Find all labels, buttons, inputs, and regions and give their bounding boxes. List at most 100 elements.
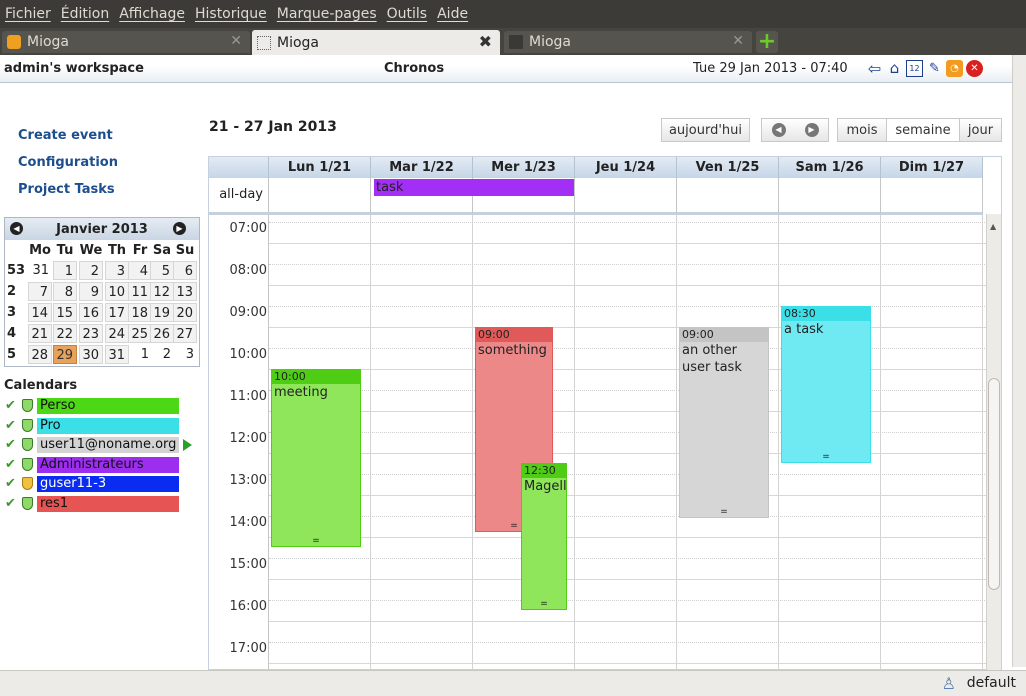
mini-calendar-day[interactable]: 21 xyxy=(28,324,52,343)
visible-check-icon[interactable]: ✔ xyxy=(5,457,16,472)
menu-marque-pages[interactable]: Marque-pages xyxy=(272,6,382,22)
mini-calendar-day[interactable]: 6 xyxy=(173,261,197,280)
visible-check-icon[interactable]: ✔ xyxy=(5,418,16,433)
browser-tab-1[interactable]: Mioga ✕ xyxy=(2,31,250,53)
configuration-link[interactable]: Configuration xyxy=(18,155,118,170)
resize-handle-icon[interactable]: = xyxy=(522,599,566,609)
mini-calendar-day[interactable]: 5 xyxy=(150,261,174,280)
mini-calendar-day[interactable]: 25 xyxy=(128,324,152,343)
mini-calendar-day[interactable]: 1 xyxy=(53,261,77,280)
mini-calendar-day[interactable]: 23 xyxy=(79,324,103,343)
calendar-event[interactable]: 12:30 Magell = xyxy=(521,463,567,611)
mini-calendar-day[interactable]: 15 xyxy=(53,303,77,322)
expand-arrow-icon[interactable] xyxy=(183,439,192,452)
scroll-up-icon[interactable]: ▲ xyxy=(990,222,996,231)
new-tab-icon[interactable]: + xyxy=(756,31,778,53)
browser-tab-2[interactable]: Mioga ✖ xyxy=(252,30,500,55)
home-icon[interactable]: ⌂ xyxy=(886,60,903,77)
calendar-label[interactable]: Perso xyxy=(37,398,179,414)
mini-calendar-day[interactable]: 3 xyxy=(105,261,129,280)
mini-calendar-day[interactable]: 7 xyxy=(28,282,52,301)
back-icon[interactable]: ⇦ xyxy=(866,60,883,77)
today-button[interactable]: aujourd'hui xyxy=(661,118,750,142)
calendar-label[interactable]: Administrateurs xyxy=(37,456,179,473)
mini-calendar-day[interactable]: 10 xyxy=(105,282,129,301)
close-tab-icon[interactable]: ✕ xyxy=(230,33,242,49)
mini-calendar-day[interactable]: 27 xyxy=(173,324,197,343)
mini-calendar-day[interactable]: 2 xyxy=(150,345,174,364)
view-month-button[interactable]: mois xyxy=(837,118,887,142)
visible-check-icon[interactable]: ✔ xyxy=(5,398,16,413)
calendar-icon[interactable]: 12 xyxy=(906,60,923,77)
mini-calendar-day[interactable]: 2 xyxy=(79,261,103,280)
mini-calendar-day[interactable]: 17 xyxy=(105,303,129,322)
visible-check-icon[interactable]: ✔ xyxy=(5,476,16,491)
day-header[interactable]: Mer 1/23 xyxy=(473,157,575,178)
next-month-icon[interactable]: ▶ xyxy=(173,222,186,235)
day-header[interactable]: Sam 1/26 xyxy=(779,157,881,178)
allday-cell[interactable] xyxy=(677,178,779,215)
day-header[interactable]: Mar 1/22 xyxy=(371,157,473,178)
mini-calendar-day[interactable]: 3 xyxy=(173,345,197,364)
day-header[interactable]: Dim 1/27 xyxy=(881,157,983,178)
mini-calendar-day[interactable]: 28 xyxy=(28,345,52,364)
menu-edition[interactable]: Édition xyxy=(56,6,114,22)
resize-handle-icon[interactable]: = xyxy=(680,507,768,517)
page-scrollbar[interactable] xyxy=(1012,55,1026,667)
allday-cell[interactable] xyxy=(779,178,881,215)
mini-calendar-day[interactable]: 29 xyxy=(53,345,77,364)
mini-calendar-day[interactable]: 24 xyxy=(105,324,129,343)
mini-calendar-day[interactable]: 8 xyxy=(53,282,77,301)
mini-calendar-day[interactable]: 31 xyxy=(28,261,52,280)
allday-cell[interactable] xyxy=(575,178,677,215)
mini-calendar-day[interactable]: 30 xyxy=(79,345,103,364)
calendar-label[interactable]: res1 xyxy=(37,496,179,512)
edit-icon[interactable]: ✎ xyxy=(926,60,943,77)
menu-historique[interactable]: Historique xyxy=(190,6,272,22)
mini-calendar-day[interactable]: 20 xyxy=(173,303,197,322)
allday-cell[interactable] xyxy=(881,178,983,215)
resize-handle-icon[interactable]: = xyxy=(272,536,360,546)
create-event-link[interactable]: Create event xyxy=(18,128,113,143)
mini-calendar-day[interactable]: 22 xyxy=(53,324,77,343)
menu-outils[interactable]: Outils xyxy=(382,6,432,22)
next-week-icon[interactable]: ▶ xyxy=(804,123,819,137)
mini-calendar-day[interactable]: 11 xyxy=(128,282,152,301)
visible-check-icon[interactable]: ✔ xyxy=(5,437,16,452)
mini-calendar-day[interactable]: 4 xyxy=(128,261,152,280)
prev-week-icon[interactable]: ◀ xyxy=(771,123,786,137)
mini-calendar-day[interactable]: 13 xyxy=(173,282,197,301)
calendar-event[interactable]: 09:00 an other user task = xyxy=(679,326,769,518)
mini-calendar-day[interactable]: 1 xyxy=(128,345,152,364)
project-tasks-link[interactable]: Project Tasks xyxy=(18,182,115,197)
day-header[interactable]: Jeu 1/24 xyxy=(575,157,677,178)
view-day-button[interactable]: jour xyxy=(959,118,1002,142)
calendar-label[interactable]: Pro xyxy=(37,417,179,434)
calendar-label[interactable]: guser11-3 xyxy=(37,476,179,493)
mini-calendar-day[interactable]: 31 xyxy=(105,345,129,364)
logout-icon[interactable]: ✕ xyxy=(966,60,983,77)
mini-calendar-day[interactable]: 12 xyxy=(150,282,174,301)
resize-handle-icon[interactable]: = xyxy=(782,452,870,462)
menu-aide[interactable]: Aide xyxy=(432,6,473,22)
mini-calendar-day[interactable]: 9 xyxy=(79,282,103,301)
calendar-scrollbar[interactable]: ▲ xyxy=(986,214,1001,670)
mini-calendar-day[interactable]: 19 xyxy=(150,303,174,322)
view-week-button[interactable]: semaine xyxy=(886,118,960,142)
browser-tab-3[interactable]: Mioga ✕ xyxy=(504,31,752,53)
close-tab-icon[interactable]: ✖ xyxy=(479,32,492,51)
calendar-label[interactable]: user11@noname.org xyxy=(37,437,179,454)
menu-affichage[interactable]: Affichage xyxy=(114,6,190,22)
visible-check-icon[interactable]: ✔ xyxy=(5,496,16,511)
calendar-event[interactable]: 08:30 a task = xyxy=(781,305,871,464)
mini-calendar-day[interactable]: 16 xyxy=(79,303,103,322)
mini-calendar-day[interactable]: 18 xyxy=(128,303,152,322)
mini-calendar-day[interactable]: 26 xyxy=(150,324,174,343)
day-header[interactable]: Lun 1/21 xyxy=(269,157,371,178)
calendar-event[interactable]: 10:00 meeting = xyxy=(271,368,361,548)
close-tab-icon[interactable]: ✕ xyxy=(732,33,744,49)
menu-fichier[interactable]: Fichier xyxy=(0,6,56,22)
scroll-thumb[interactable] xyxy=(988,378,1000,590)
allday-event[interactable]: task xyxy=(374,179,574,196)
mini-calendar-day[interactable]: 14 xyxy=(28,303,52,322)
